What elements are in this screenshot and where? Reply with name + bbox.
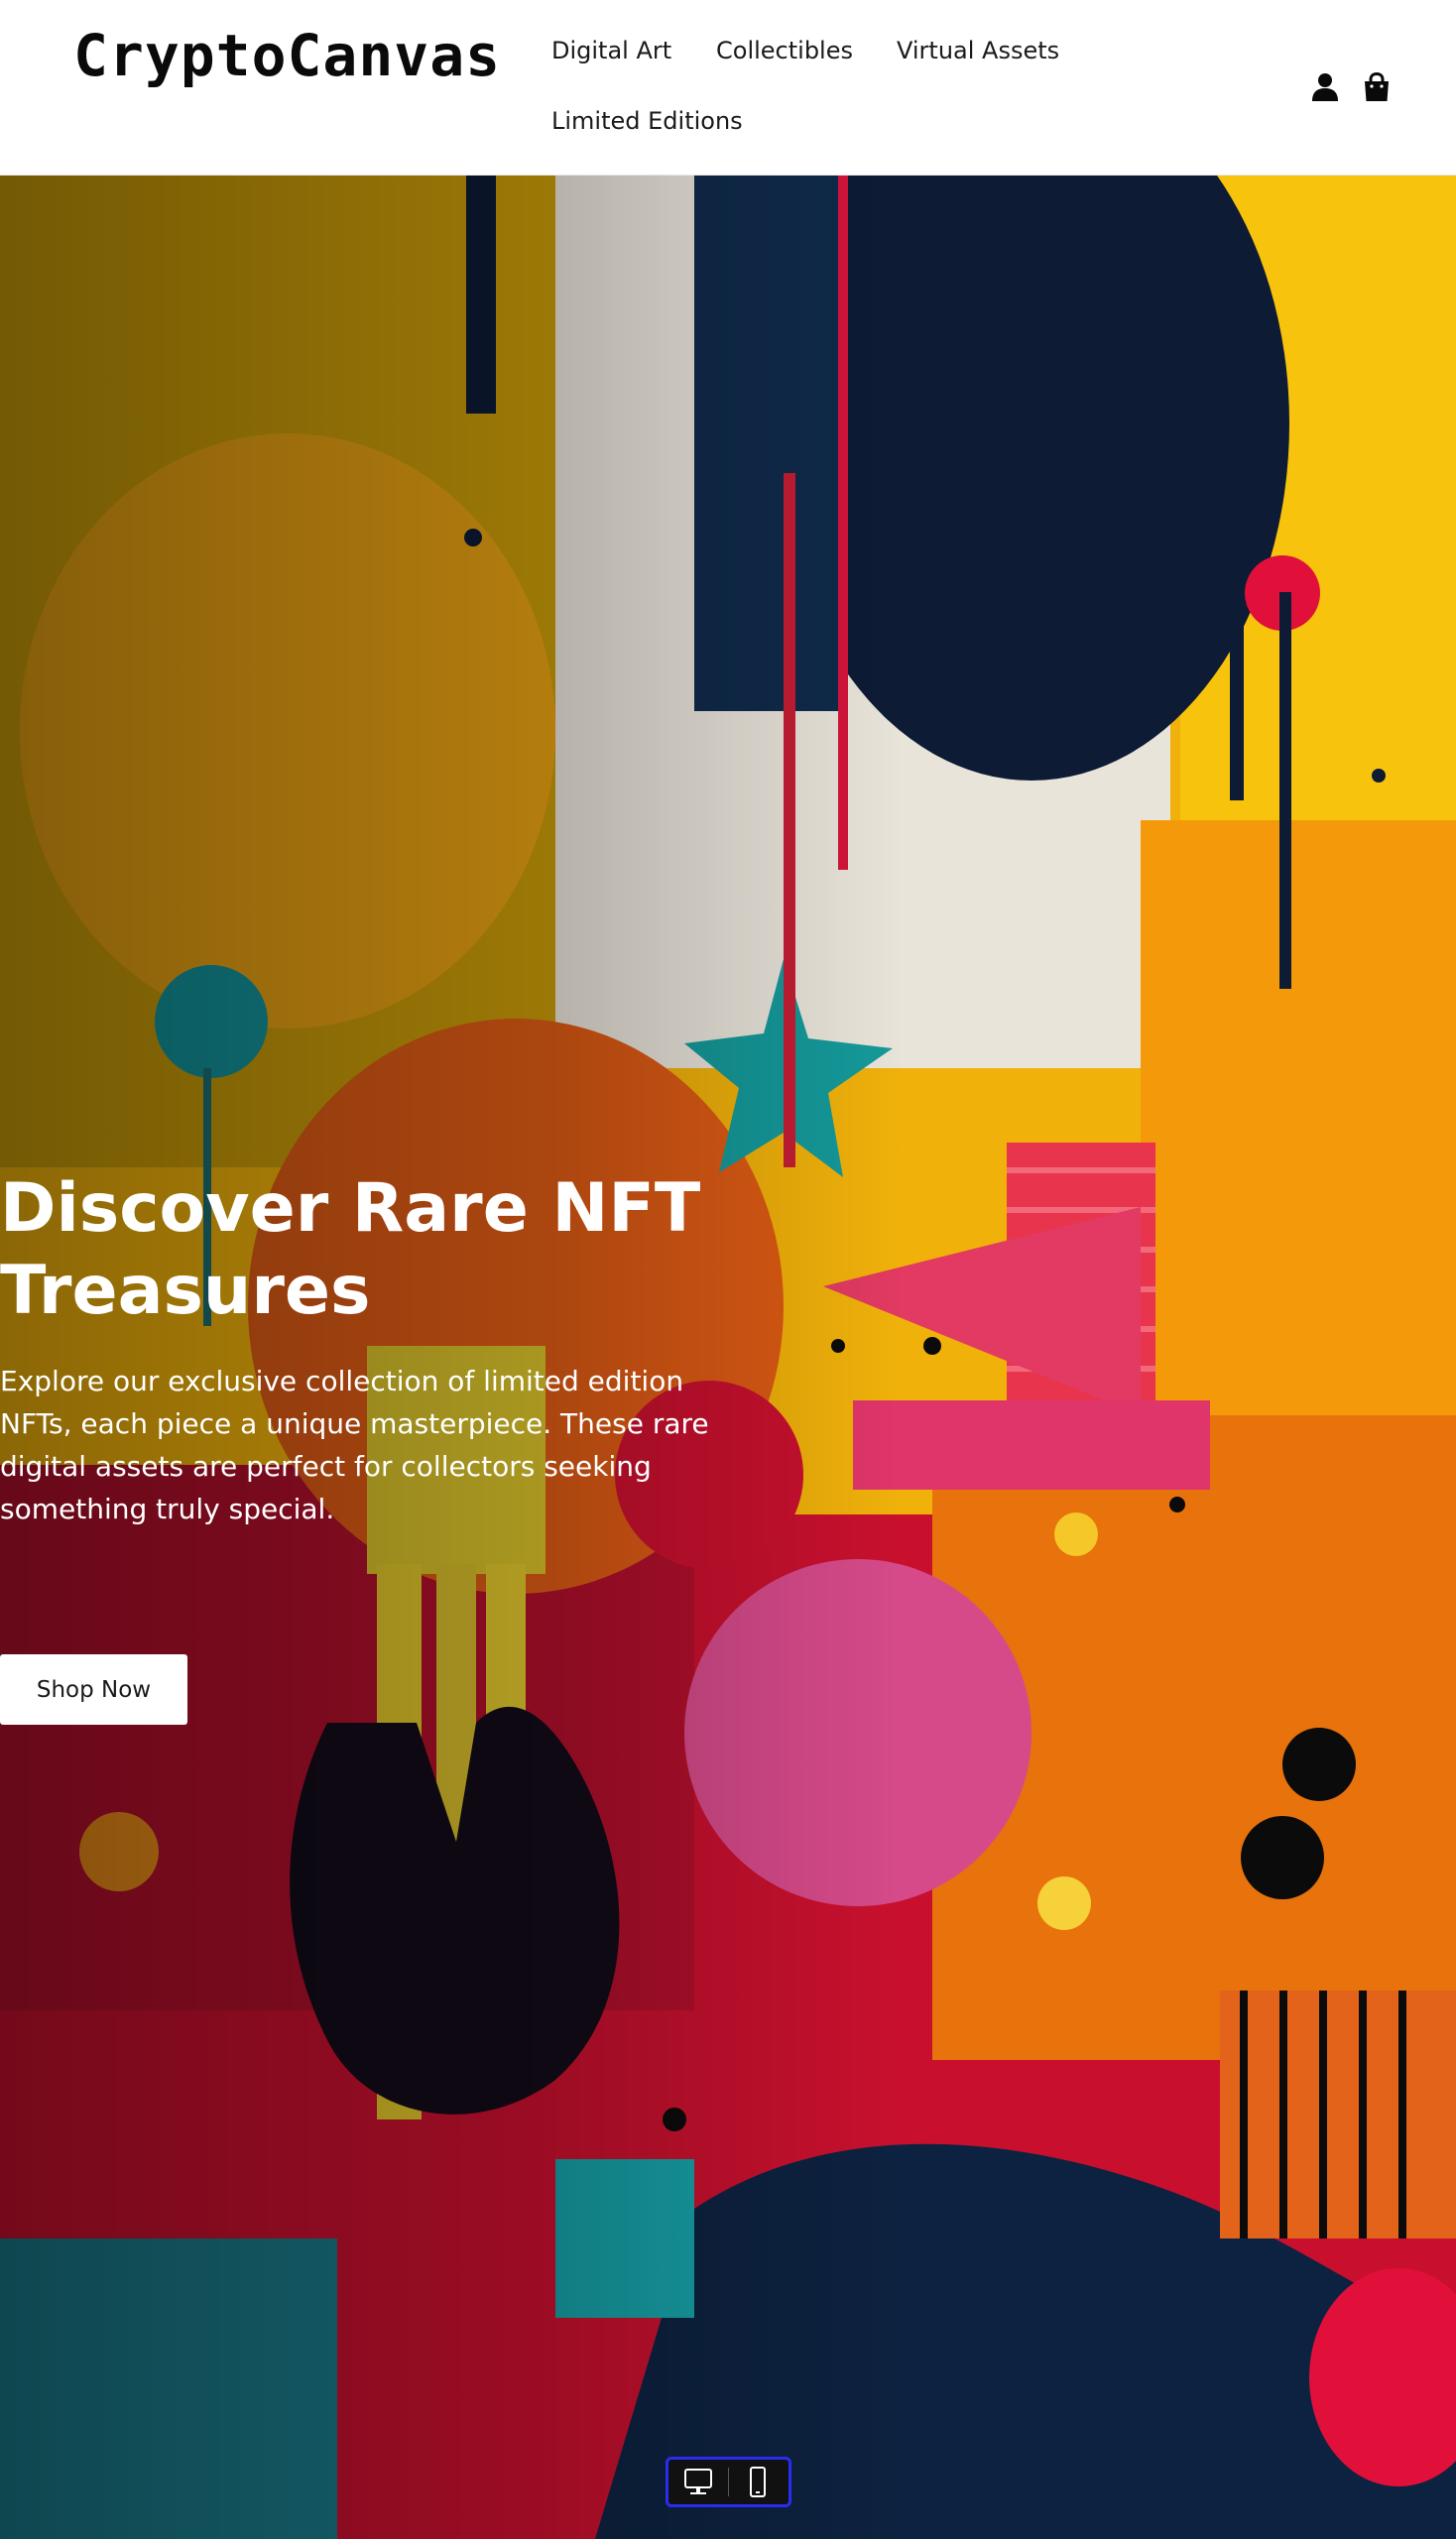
- account-icon[interactable]: [1309, 71, 1341, 103]
- hero-banner: Discover Rare NFT Treasures Explore our …: [0, 176, 1456, 2539]
- device-toggle: [666, 2457, 791, 2507]
- hero-title: Discover Rare NFT Treasures: [0, 1169, 701, 1330]
- site-header: CryptoCanvas Digital Art Collectibles Vi…: [0, 0, 1456, 176]
- shop-now-button[interactable]: Shop Now: [0, 1654, 187, 1725]
- nav-digital-art[interactable]: Digital Art: [551, 35, 671, 66]
- mobile-icon[interactable]: [738, 2466, 778, 2498]
- logo[interactable]: CryptoCanvas: [73, 22, 501, 89]
- hero-overlay: [0, 176, 1456, 2539]
- nav-virtual-assets[interactable]: Virtual Assets: [897, 35, 1059, 66]
- nav-collectibles[interactable]: Collectibles: [716, 35, 853, 66]
- desktop-icon[interactable]: [678, 2466, 718, 2498]
- cart-icon[interactable]: [1361, 71, 1393, 103]
- toggle-divider: [728, 2468, 729, 2496]
- hero-description: Explore our exclusive collection of limi…: [0, 1365, 709, 1525]
- nav-limited-editions[interactable]: Limited Editions: [551, 105, 743, 137]
